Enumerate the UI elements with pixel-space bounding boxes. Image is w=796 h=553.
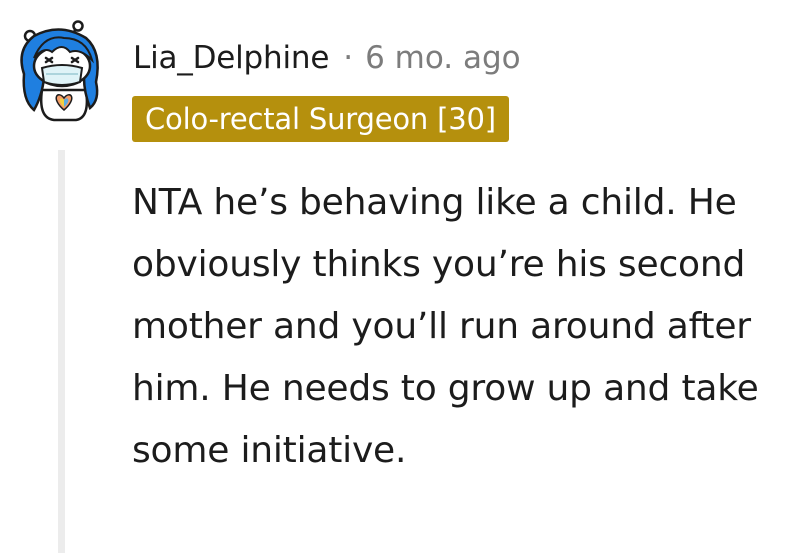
separator-dot: · [343,40,354,76]
comment-header: Lia_Delphine · 6 mo. ago [133,36,521,80]
user-flair-text: Colo-rectal Surgeon [30] [145,102,496,136]
user-flair: Colo-rectal Surgeon [30] [132,96,509,142]
comment-timestamp[interactable]: 6 mo. ago [365,40,521,76]
comment-text: NTA he’s behaving like a child. He obvio… [132,182,759,471]
snoo-avatar-icon [20,20,99,122]
comment-body: NTA he’s behaving like a child. He obvio… [132,172,772,482]
thread-line[interactable] [58,150,65,553]
comment-author[interactable]: Lia_Delphine [133,40,329,76]
user-avatar[interactable] [14,20,106,124]
